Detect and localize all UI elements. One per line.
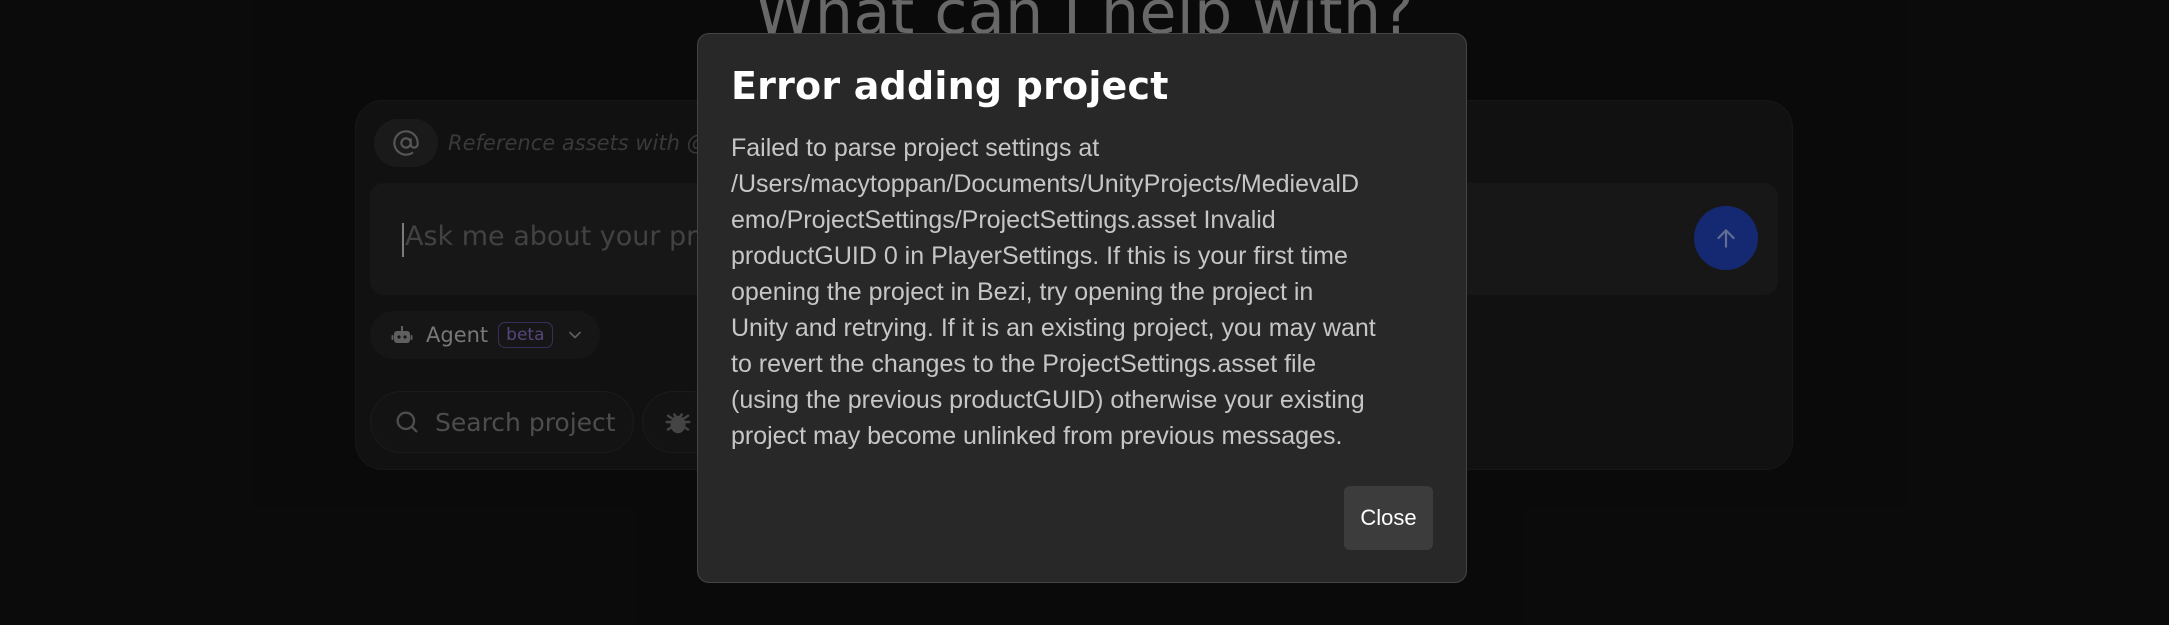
error-dialog: Error adding project Failed to parse pro… [697, 33, 1467, 583]
close-button[interactable]: Close [1344, 486, 1433, 550]
dialog-message: Failed to parse project settings at /Use… [731, 134, 1376, 450]
dialog-title: Error adding project [731, 64, 1169, 108]
